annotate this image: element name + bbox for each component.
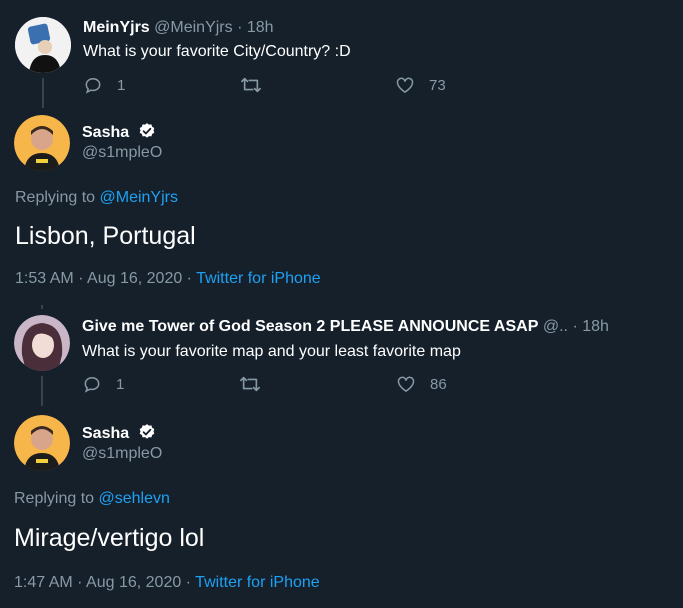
replying-prefix: Replying to (15, 189, 96, 206)
source-link[interactable]: Twitter for iPhone (195, 574, 320, 591)
author-name[interactable]: MeinYjrs (83, 19, 150, 36)
retweet-icon (240, 376, 260, 392)
replying-to: Replying to @sehlevn (14, 490, 170, 508)
author-name[interactable]: Give me Tower of God Season 2 PLEASE ANN… (82, 318, 538, 335)
verified-icon (139, 123, 154, 138)
retweet-button[interactable] (240, 75, 262, 95)
timestamp[interactable]: 1:53 AM · Aug 16, 2020 · (15, 270, 192, 287)
reply-meta: 1:53 AM · Aug 16, 2020 · Twitter for iPh… (15, 270, 321, 288)
replying-to-link[interactable]: @sehlevn (99, 490, 170, 507)
replying-to: Replying to @MeinYjrs (15, 189, 178, 207)
tweet-text: What is your favorite map and your least… (82, 343, 461, 360)
verified-icon (139, 424, 154, 439)
tweet-header: Give me Tower of God Season 2 PLEASE ANN… (82, 318, 609, 336)
reply-button[interactable]: 1 (83, 75, 125, 95)
reply-icon (85, 77, 101, 94)
avatar[interactable] (14, 415, 70, 471)
tweet-text: What is your favorite City/Country? :D (83, 43, 351, 60)
author-handle[interactable]: @s1mpleO (82, 445, 162, 463)
timestamp[interactable]: 1:47 AM · Aug 16, 2020 · (14, 574, 191, 591)
author-name[interactable]: Sasha (82, 425, 129, 442)
reply-icon (84, 376, 100, 393)
like-button[interactable]: 86 (396, 374, 447, 394)
author-name[interactable]: Sasha (82, 124, 129, 141)
thread-line (42, 78, 44, 108)
thread-line (41, 376, 43, 406)
replying-prefix: Replying to (14, 490, 95, 507)
author-handle[interactable]: @.. (543, 318, 568, 335)
tweet-time[interactable]: · 18h (237, 19, 273, 36)
reply-header: Sasha (82, 423, 156, 443)
avatar[interactable] (15, 17, 71, 73)
reply-button[interactable]: 1 (82, 374, 124, 394)
reply-text: Mirage/vertigo lol (14, 524, 205, 552)
avatar[interactable] (14, 115, 70, 171)
author-handle[interactable]: @s1mpleO (82, 144, 162, 162)
like-icon (396, 77, 414, 93)
tweet-time[interactable]: · 18h (572, 318, 608, 335)
like-count: 73 (429, 76, 446, 94)
tweet-header: MeinYjrs @MeinYjrs · 18h (83, 19, 274, 37)
reply-meta: 1:47 AM · Aug 16, 2020 · Twitter for iPh… (14, 574, 320, 592)
retweet-icon (241, 77, 261, 93)
reply-count: 1 (117, 76, 126, 94)
reply-count: 1 (116, 375, 125, 393)
source-link[interactable]: Twitter for iPhone (196, 270, 321, 287)
replying-to-link[interactable]: @MeinYjrs (100, 189, 178, 206)
like-button[interactable]: 73 (395, 75, 446, 95)
like-count: 86 (430, 375, 447, 393)
reply-text: Lisbon, Portugal (15, 222, 196, 250)
reply-header: Sasha (82, 122, 156, 142)
author-handle[interactable]: @MeinYjrs (154, 19, 232, 36)
like-icon (397, 376, 415, 392)
avatar[interactable] (14, 315, 70, 371)
retweet-button[interactable] (239, 374, 261, 394)
thread-line (41, 305, 43, 309)
